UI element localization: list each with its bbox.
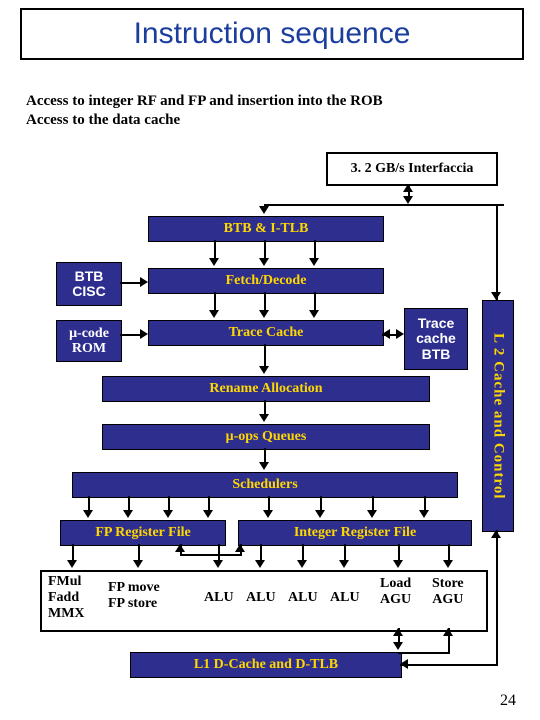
exec-agu1: AGU xyxy=(380,592,411,607)
bandwidth-label: 3. 2 GB/s Interfaccia xyxy=(326,152,498,186)
exec-load: Load AGU xyxy=(380,576,411,608)
bandwidth-text: 3. 2 GB/s Interfaccia xyxy=(351,161,474,177)
btb-cisc-l2: CISC xyxy=(72,284,105,299)
tcb-l3: BTB xyxy=(422,347,451,362)
ucode-l1: μ-code xyxy=(69,326,109,341)
exec-alu2: ALU xyxy=(246,590,276,606)
exec-agu2: AGU xyxy=(432,592,463,607)
subtitle-line2: Access to the data cache xyxy=(26,112,180,128)
page-number: 24 xyxy=(500,692,516,710)
block-ucode-rom: μ-code ROM xyxy=(56,320,122,362)
exec-mmx: MMX xyxy=(48,606,85,621)
block-l1d: L1 D-Cache and D-TLB xyxy=(130,652,402,678)
exec-fpstore: FP store xyxy=(108,596,157,611)
block-fetch-decode: Fetch/Decode xyxy=(148,268,384,294)
fetch-decode-label: Fetch/Decode xyxy=(226,273,307,289)
page-title: Instruction sequence xyxy=(134,17,411,51)
uops-queues-label: μ-ops Queues xyxy=(226,429,307,445)
block-fp-rf: FP Register File xyxy=(60,520,226,546)
exec-col1: FMul Fadd MMX xyxy=(48,574,98,622)
block-trace-cache: Trace Cache xyxy=(148,320,384,346)
int-rf-label: Integer Register File xyxy=(294,525,416,541)
exec-alu3: ALU xyxy=(288,590,318,606)
block-rename: Rename Allocation xyxy=(102,376,430,402)
tcb-l2: cache xyxy=(416,331,456,346)
subtitle-line1: Access to integer RF and FP and insertio… xyxy=(26,93,383,109)
trace-cache-label: Trace Cache xyxy=(229,325,304,341)
l1d-label: L1 D-Cache and D-TLB xyxy=(194,657,338,673)
block-uops-queues: μ-ops Queues xyxy=(102,424,430,450)
exec-store-lbl: Store xyxy=(432,576,464,591)
block-schedulers: Schedulers xyxy=(72,472,458,498)
btb-itlb-label: BTB & I-TLB xyxy=(224,221,309,237)
exec-col2: FP move FP store xyxy=(108,580,160,612)
fp-rf-label: FP Register File xyxy=(95,525,190,541)
ucode-l2: ROM xyxy=(72,341,106,356)
exec-fmul: FMul xyxy=(48,574,81,589)
exec-fadd: Fadd xyxy=(48,590,79,605)
title-box: Instruction sequence xyxy=(20,8,524,60)
rename-label: Rename Allocation xyxy=(209,381,322,397)
tcb-l1: Trace xyxy=(418,316,455,331)
exec-alu4: ALU xyxy=(330,590,360,606)
block-btb-itlb: BTB & I-TLB xyxy=(148,216,384,242)
exec-alu1: ALU xyxy=(204,590,234,606)
schedulers-label: Schedulers xyxy=(232,477,297,493)
block-btb-cisc: BTB CISC xyxy=(56,262,122,306)
btb-cisc-l1: BTB xyxy=(75,269,104,284)
block-trace-cache-btb: Trace cache BTB xyxy=(404,308,468,370)
l2-label: L 2 Cache and Control xyxy=(490,333,507,500)
block-l2: L 2 Cache and Control xyxy=(482,300,514,532)
exec-fpmove: FP move xyxy=(108,580,160,595)
exec-load-lbl: Load xyxy=(380,576,411,591)
block-int-rf: Integer Register File xyxy=(238,520,472,546)
subtitle: Access to integer RF and FP and insertio… xyxy=(26,92,383,130)
exec-store: Store AGU xyxy=(432,576,464,608)
